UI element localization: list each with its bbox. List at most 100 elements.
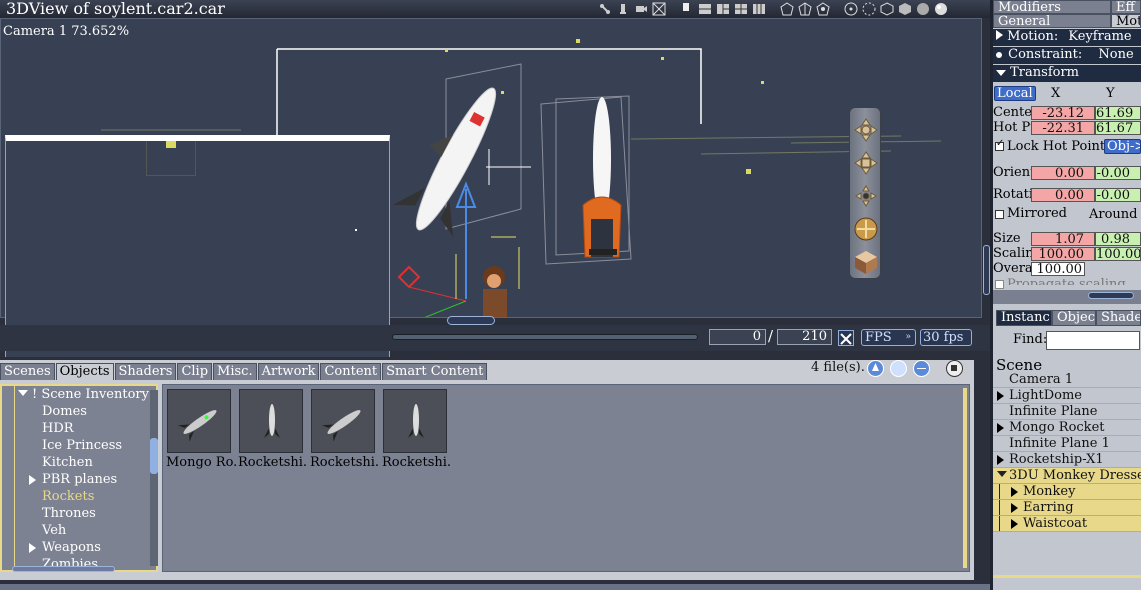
tab-modifiers[interactable]: Modifiers [993, 0, 1111, 14]
scene-item[interactable]: LightDome [993, 388, 1141, 404]
trackball-control[interactable] [852, 215, 880, 243]
grid-view-icon[interactable] [652, 2, 666, 16]
solid-cube-icon[interactable] [898, 2, 912, 16]
tree-scroll-thumb[interactable] [150, 438, 158, 474]
obj-to-button[interactable]: Obj-> [1104, 139, 1141, 154]
viewport-resize-handle[interactable] [447, 316, 495, 325]
hot-point-y-field[interactable]: 61.67 [1095, 121, 1141, 135]
tab-shaders[interactable]: Shaders [114, 363, 177, 380]
expand-arrow-icon[interactable] [29, 543, 36, 553]
expand-arrow-icon[interactable] [997, 455, 1004, 465]
hidden-line-icon[interactable] [798, 2, 812, 16]
bottom-splitter[interactable] [0, 584, 990, 590]
light-icon[interactable] [616, 2, 630, 16]
tree-item[interactable]: Domes [2, 403, 152, 420]
tree-hscroll-thumb[interactable] [12, 566, 115, 572]
tab-instances[interactable]: Instanc. [996, 310, 1052, 326]
wide-view-icon[interactable] [752, 2, 766, 16]
tab-content[interactable]: Content [320, 363, 382, 380]
object-thumbnail[interactable] [167, 389, 231, 453]
cube-shade-icon[interactable] [880, 2, 894, 16]
fps-mode-dropdown[interactable]: FPS » [861, 329, 916, 346]
scene-item[interactable]: 3DU Monkey Dressed [993, 468, 1141, 484]
bone-icon[interactable] [598, 2, 612, 16]
box-shape-icon[interactable] [816, 2, 830, 16]
thumbs-scrollbar[interactable] [963, 388, 967, 568]
tree-item[interactable]: ! Scene Inventory [2, 386, 152, 403]
constraint-row[interactable]: Constraint: None [993, 47, 1141, 64]
tree-item[interactable]: Ice Princess [2, 437, 152, 454]
tree-item[interactable]: Veh [2, 522, 152, 539]
expand-arrow-icon[interactable] [29, 475, 36, 485]
collapse-arrow-icon[interactable] [997, 471, 1007, 477]
tab-scenes[interactable]: Scenes [0, 363, 55, 380]
center-x-field[interactable]: -23.12 [1031, 106, 1095, 120]
current-frame-field[interactable]: 0 [709, 329, 766, 345]
scene-item[interactable]: Infinite Plane 1 [993, 436, 1141, 452]
orbit-control[interactable] [852, 182, 880, 210]
tree-item[interactable]: Weapons [2, 539, 152, 556]
tree-item[interactable]: Thrones [2, 505, 152, 522]
find-input[interactable] [1046, 331, 1140, 350]
object-thumbnail[interactable] [383, 389, 447, 453]
wireframe-shape-icon[interactable] [780, 2, 794, 16]
tab-objects[interactable]: Objec. [1052, 310, 1096, 326]
four-view-icon[interactable] [734, 2, 748, 16]
tree-item[interactable]: PBR planes [2, 471, 152, 488]
tab-misc[interactable]: Misc. [213, 363, 257, 380]
lock-hot-point-checkbox[interactable]: ✓ [995, 138, 1004, 151]
motion-row[interactable]: Motion: Keyframe [993, 29, 1141, 46]
three-view-icon[interactable] [716, 2, 730, 16]
scene-item[interactable]: Mongo Rocket [993, 420, 1141, 436]
timeline-scrubber[interactable] [392, 334, 698, 340]
split-view-icon[interactable] [698, 2, 712, 16]
scene-item[interactable]: Camera 1 [993, 372, 1141, 388]
expand-arrow-icon[interactable] [1011, 519, 1018, 529]
tab-shaders[interactable]: Shade [1096, 310, 1141, 326]
scene-item[interactable]: Earring [993, 500, 1141, 516]
propagate-scaling-checkbox[interactable] [995, 280, 1004, 289]
size-x-field[interactable]: 1.07 [1031, 232, 1095, 246]
end-frame-field[interactable]: 210 [777, 329, 832, 345]
point-shade-icon[interactable] [844, 2, 858, 16]
size-y-field[interactable]: 0.98 [1095, 232, 1141, 246]
orient-x-field[interactable]: 0.00 [1031, 166, 1095, 180]
collapse-arrow-icon[interactable] [18, 390, 28, 396]
mirrored-checkbox[interactable] [995, 210, 1004, 219]
scene-item[interactable]: Waistcoat [993, 516, 1141, 532]
tab-smart-content[interactable]: Smart Content [382, 363, 488, 380]
object-thumbnail[interactable] [311, 389, 375, 453]
tree-item[interactable]: Rockets [2, 488, 152, 505]
move-xy-control[interactable] [852, 116, 880, 144]
move-xz-control[interactable] [852, 149, 880, 177]
local-space-dropdown[interactable]: Local [994, 86, 1036, 101]
tab-effects[interactable]: Eff [1111, 0, 1141, 14]
smooth-shade-icon[interactable] [916, 2, 930, 16]
object-thumbnail[interactable] [239, 389, 303, 453]
panel-splitter[interactable] [993, 290, 1141, 304]
fps-rate-dropdown[interactable]: 30 fps [920, 329, 972, 346]
tab-general[interactable]: General [993, 14, 1111, 28]
loop-toggle[interactable] [838, 330, 854, 346]
vertical-splitter-handle[interactable] [983, 245, 990, 295]
rotation-y-field[interactable]: -0.00 [1095, 188, 1141, 202]
expand-arrow-icon[interactable] [997, 391, 1004, 401]
scaling-y-field[interactable]: 100.00 [1095, 247, 1141, 261]
orient-y-field[interactable]: -0.00 [1095, 166, 1141, 180]
tree-item[interactable]: Kitchen [2, 454, 152, 471]
dotted-shade-icon[interactable] [862, 2, 876, 16]
rotation-x-field[interactable]: 0.00 [1031, 188, 1095, 202]
expand-arrow-icon[interactable] [1011, 487, 1018, 497]
tab-clip[interactable]: Clip [177, 363, 213, 380]
texture-shade-icon[interactable] [934, 2, 948, 16]
tab-objects[interactable]: Objects [55, 363, 114, 380]
info-item-icon[interactable] [889, 359, 908, 378]
overall-scale-field[interactable]: 100.00 [1031, 262, 1085, 276]
scene-item[interactable]: Infinite Plane [993, 404, 1141, 420]
splitter-handle[interactable] [1088, 292, 1134, 299]
view-cube-control[interactable] [852, 248, 880, 276]
expand-arrow-icon[interactable] [1011, 503, 1018, 513]
single-view-icon[interactable] [680, 2, 694, 16]
transform-header[interactable]: Transform [993, 65, 1141, 82]
scaling-x-field[interactable]: 100.00 [1031, 247, 1095, 261]
